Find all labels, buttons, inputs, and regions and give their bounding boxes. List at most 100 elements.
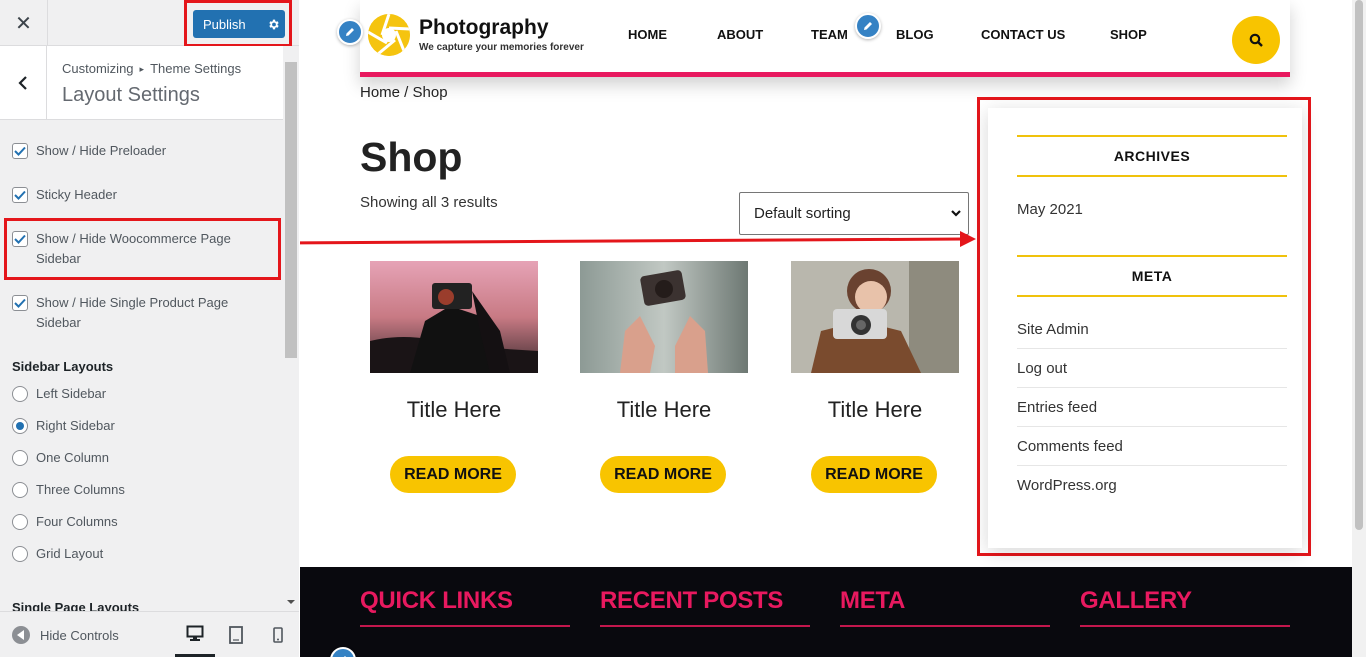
edit-shortcut-logo[interactable]	[337, 19, 363, 45]
radio-one-column[interactable]: One Column	[12, 448, 262, 468]
product-image[interactable]	[370, 261, 538, 373]
gear-icon[interactable]	[261, 10, 285, 38]
mobile-preview-button[interactable]	[258, 612, 298, 657]
nav-shop[interactable]: SHOP	[1110, 27, 1147, 42]
radio-grid-layout[interactable]: Grid Layout	[12, 544, 262, 564]
hide-controls-button[interactable]: Hide Controls	[12, 626, 119, 644]
preview-scroll-thumb[interactable]	[1355, 0, 1363, 530]
checkbox-sticky-header[interactable]: Sticky Header	[12, 185, 262, 205]
read-more-button[interactable]: READ MORE	[600, 456, 726, 493]
tablet-icon	[229, 626, 243, 644]
edit-shortcut-menu[interactable]	[855, 13, 881, 39]
radio-label: Right Sidebar	[36, 418, 115, 433]
checkbox-label: Sticky Header	[36, 187, 117, 202]
checkbox-checked-icon[interactable]	[12, 295, 28, 311]
search-button[interactable]	[1232, 16, 1280, 64]
footer-divider	[600, 625, 810, 627]
read-more-button[interactable]: READ MORE	[811, 456, 937, 493]
nav-about[interactable]: ABOUT	[717, 27, 763, 42]
footer-heading: GALLERY	[1080, 587, 1192, 614]
close-customizer-button[interactable]: ✕	[0, 0, 48, 46]
site-footer: QUICK LINKS RECENT POSTS META GALLERY	[300, 567, 1352, 657]
radio-three-columns[interactable]: Three Columns	[12, 480, 262, 500]
site-brand[interactable]: Photography	[419, 16, 549, 40]
footer-divider	[360, 625, 570, 627]
product-image[interactable]	[791, 261, 959, 373]
read-more-button[interactable]: READ MORE	[390, 456, 516, 493]
radio-four-columns[interactable]: Four Columns	[12, 512, 262, 532]
product-image[interactable]	[580, 261, 748, 373]
radio-icon[interactable]	[12, 482, 28, 498]
sort-selected-value: Default sorting	[754, 205, 851, 222]
hide-controls-label: Hide Controls	[40, 627, 119, 643]
checkbox-checked-icon[interactable]	[12, 231, 28, 247]
checkbox-checked-icon[interactable]	[12, 143, 28, 159]
product-title[interactable]: Title Here	[791, 397, 959, 423]
site-tagline: We capture your memories forever	[419, 42, 584, 53]
single-page-layouts-title: Single Page Layouts	[12, 600, 140, 611]
breadcrumb-parent: Theme Settings	[150, 61, 242, 76]
checkbox-label: Show / Hide Preloader	[36, 143, 167, 158]
close-icon: ✕	[15, 11, 32, 35]
meta-link-comments-feed[interactable]: Comments feed	[1017, 427, 1287, 466]
meta-widget-title: META	[1017, 255, 1287, 297]
checkbox-single-product-sidebar[interactable]: Show / Hide Single Product Page Sidebar	[12, 293, 242, 333]
customizer-breadcrumb: Customizing ▸ Theme Settings	[62, 61, 241, 76]
radio-selected-icon[interactable]	[12, 418, 28, 434]
pencil-icon	[346, 28, 354, 36]
panel-scrollbar[interactable]	[283, 46, 299, 611]
radio-label: Left Sidebar	[36, 386, 107, 401]
checkbox-checked-icon[interactable]	[12, 187, 28, 203]
publish-label: Publish	[203, 16, 246, 32]
page-title: Shop	[360, 134, 463, 180]
back-button[interactable]	[0, 46, 47, 119]
meta-link-entries-feed[interactable]: Entries feed	[1017, 388, 1287, 427]
footer-divider	[1080, 625, 1290, 627]
product-title[interactable]: Title Here	[370, 397, 538, 423]
checkbox-label: Show / Hide Woocommerce Page Sidebar	[36, 231, 231, 266]
meta-link-wordpress-org[interactable]: WordPress.org	[1017, 466, 1287, 505]
nav-contact-us[interactable]: CONTACT US	[981, 27, 1065, 42]
preview-scrollbar[interactable]	[1352, 0, 1366, 657]
collapse-icon	[12, 626, 30, 644]
footer-column: RECENT POSTS	[600, 587, 810, 627]
checkbox-preloader[interactable]: Show / Hide Preloader	[12, 141, 262, 161]
checkbox-woocommerce-sidebar[interactable]: Show / Hide Woocommerce Page Sidebar	[12, 229, 242, 269]
breadcrumb-separator: ▸	[139, 64, 145, 74]
tablet-preview-button[interactable]	[216, 612, 256, 657]
desktop-preview-button[interactable]	[175, 612, 215, 657]
footer-column: QUICK LINKS	[360, 587, 570, 627]
meta-link-log-out[interactable]: Log out	[1017, 349, 1287, 388]
panel-scroll-thumb[interactable]	[285, 62, 297, 358]
sort-select[interactable]: Default sorting	[739, 192, 969, 235]
radio-icon[interactable]	[12, 450, 28, 466]
radio-left-sidebar[interactable]: Left Sidebar	[12, 384, 262, 404]
chevron-down-icon	[951, 210, 961, 217]
radio-label: One Column	[36, 450, 109, 465]
radio-icon[interactable]	[12, 386, 28, 402]
meta-link-site-admin[interactable]: Site Admin	[1017, 310, 1287, 349]
product-card: Title Here READ MORE	[791, 261, 959, 493]
edit-shortcut-footer[interactable]	[330, 647, 356, 657]
scroll-down-icon[interactable]	[287, 600, 295, 604]
chevron-left-icon	[18, 75, 27, 90]
shop-breadcrumb[interactable]: Home / Shop	[360, 84, 448, 101]
archive-link[interactable]: May 2021	[1017, 190, 1287, 229]
nav-blog[interactable]: BLOG	[896, 27, 934, 42]
product-card: Title Here READ MORE	[580, 261, 748, 493]
product-title[interactable]: Title Here	[580, 397, 748, 423]
publish-button[interactable]: Publish	[193, 10, 285, 38]
product-card: Title Here READ MORE	[370, 261, 538, 493]
radio-icon[interactable]	[12, 546, 28, 562]
radio-right-sidebar[interactable]: Right Sidebar	[12, 416, 262, 436]
footer-heading: RECENT POSTS	[600, 587, 784, 614]
nav-home[interactable]: HOME	[628, 27, 667, 42]
checkbox-label: Show / Hide Single Product Page Sidebar	[36, 295, 229, 330]
aperture-logo-icon[interactable]	[368, 14, 410, 56]
result-count: Showing all 3 results	[360, 194, 498, 211]
radio-label: Four Columns	[36, 514, 118, 529]
shop-sidebar-highlight: ARCHIVES May 2021 META Site Admin Log ou…	[977, 97, 1311, 556]
nav-team[interactable]: TEAM	[811, 27, 848, 42]
radio-icon[interactable]	[12, 514, 28, 530]
archives-widget-title: ARCHIVES	[1017, 135, 1287, 177]
